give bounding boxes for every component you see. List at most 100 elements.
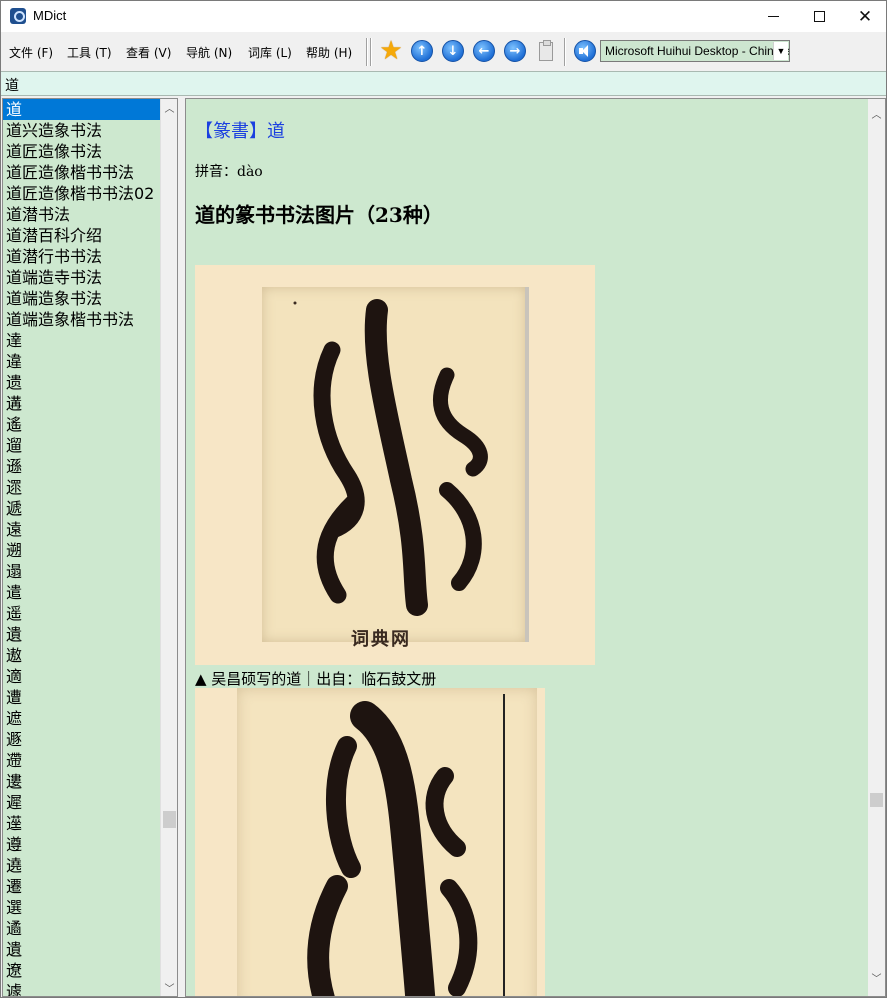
word-list-item[interactable]: 遶 (3, 855, 161, 876)
word-list-item[interactable]: 遨 (3, 645, 161, 666)
scroll-up-icon[interactable]: ︿ (161, 99, 177, 116)
word-list-item[interactable]: 遱 (3, 771, 161, 792)
word-list-item[interactable]: 遰 (3, 750, 161, 771)
word-list-items: 道道兴造象书法 道匠造像书法 道匠造像楷书书法 道匠造像楷书书法02 道潜书法 道潜百科介… (3, 99, 177, 996)
paste-icon (539, 39, 553, 61)
arrow-left-icon: ← (473, 40, 495, 62)
close-icon: ✕ (857, 6, 873, 27)
calligraphy-image-1: 词典网 (195, 265, 595, 665)
image-watermark: 词典网 (351, 629, 411, 650)
menu-file[interactable]: 文件 (F) (9, 44, 53, 61)
maximize-button[interactable] (796, 1, 842, 32)
word-list-item[interactable]: 道兴造象书法 (3, 120, 161, 141)
section-heading: 道的篆书书法图片（23种） (195, 203, 443, 227)
pinyin-text: 拼音：dào (195, 164, 263, 180)
word-list-item[interactable]: 遮 (3, 708, 161, 729)
definition-content: 【篆書】道 拼音：dào 道的篆书书法图片（23种） 词典网 ▲ 吴昌硕写的道｜… (195, 99, 867, 996)
word-list-item[interactable]: 遡 (3, 540, 161, 561)
word-list-item[interactable]: 遜 (3, 456, 161, 477)
toolbar-grip (370, 38, 372, 66)
word-list-item[interactable]: 道端造寺书法 (3, 267, 161, 288)
voice-select-value: Microsoft Huihui Desktop - Chinese (605, 44, 790, 58)
word-list-item[interactable]: 遵 (3, 834, 161, 855)
calligraphy-image-2 (195, 688, 545, 996)
word-list-item[interactable]: 遝 (3, 477, 161, 498)
scroll-down-icon[interactable]: ﹀ (868, 969, 885, 986)
previous-entry-button[interactable]: ↑ (410, 39, 434, 63)
word-list-item[interactable]: 遳 (3, 813, 161, 834)
favorite-star-icon: ★ (379, 36, 403, 66)
pane-splitter[interactable] (178, 98, 185, 997)
word-list-item[interactable]: 道匠造像书法 (3, 141, 161, 162)
word-list-item[interactable]: 遢 (3, 561, 161, 582)
search-input[interactable]: 道 (1, 71, 886, 96)
toolbar-separator (366, 38, 368, 66)
word-list-item[interactable]: 遲 (3, 792, 161, 813)
word-list-item[interactable]: 遹 (3, 918, 161, 939)
minimize-icon (767, 16, 779, 17)
forward-button[interactable]: → (503, 39, 527, 63)
paste-button[interactable] (534, 39, 558, 63)
word-list-item[interactable]: 道端造象书法 (3, 288, 161, 309)
word-list-item[interactable]: 遯 (3, 729, 161, 750)
definition-pane: 【篆書】道 拼音：dào 道的篆书书法图片（23种） 词典网 ▲ 吴昌硕写的道｜… (185, 98, 886, 997)
next-entry-button[interactable]: ↓ (441, 39, 465, 63)
word-list-item[interactable]: 道匠造像楷书书法 (3, 162, 161, 183)
scroll-down-icon[interactable]: ﹀ (161, 979, 177, 996)
menu-tools[interactable]: 工具 (T) (67, 44, 112, 61)
word-list-item[interactable]: 遠 (3, 519, 161, 540)
word-list-item[interactable]: 道潜书法 (3, 204, 161, 225)
word-list-item[interactable]: 遙 (3, 414, 161, 435)
back-button[interactable]: ← (472, 39, 496, 63)
word-list-item[interactable]: 遷 (3, 876, 161, 897)
scrollbar-thumb[interactable] (163, 811, 176, 828)
seal-script-glyph-1 (293, 299, 488, 616)
word-list-item[interactable]: 道端造象楷书书法 (3, 309, 161, 330)
definition-scrollbar[interactable]: ︿ ﹀ (868, 99, 885, 996)
word-list-item[interactable]: 遺 (3, 939, 161, 960)
word-list-item[interactable]: 遘 (3, 393, 161, 414)
word-list-item[interactable]: 遛 (3, 435, 161, 456)
menu-toolbar: 文件 (F) 工具 (T) 查看 (V) 导航 (N) 词库 (L) 帮助 (H… (1, 32, 886, 71)
scrollbar-thumb[interactable] (870, 793, 883, 807)
word-list-item[interactable]: 遺 (3, 624, 161, 645)
mdict-app-icon (10, 8, 26, 24)
arrow-down-icon: ↓ (442, 40, 464, 62)
word-list-item[interactable]: 遗 (3, 372, 161, 393)
word-list-item[interactable]: 遽 (3, 981, 161, 996)
word-list-item[interactable]: 選 (3, 897, 161, 918)
speak-button[interactable] (573, 39, 597, 63)
word-list-item[interactable]: 遼 (3, 960, 161, 981)
maximize-icon (813, 11, 825, 22)
word-list[interactable]: 道道兴造象书法 道匠造像书法 道匠造像楷书书法 道匠造像楷书书法02 道潜书法 道潜百科介… (2, 98, 178, 997)
word-list-scrollbar[interactable]: ︿ ﹀ (160, 99, 177, 996)
image-caption: ▲ 吴昌硕写的道｜出自：临石鼓文册 (195, 670, 437, 688)
word-list-item[interactable]: 道匠造像楷书书法02 (3, 183, 161, 204)
minimize-button[interactable] (750, 1, 796, 32)
word-list-item[interactable]: 適 (3, 666, 161, 687)
seal-script-glyph-2 (307, 701, 478, 996)
word-list-item[interactable]: 遥 (3, 603, 161, 624)
word-list-item[interactable]: 遭 (3, 687, 161, 708)
word-list-item[interactable]: 違 (3, 351, 161, 372)
mdict-window: MDict ✕ 文件 (F) 工具 (T) 查看 (V) 导航 (N) 词库 (… (0, 0, 887, 998)
word-list-item-selected[interactable]: 道 (3, 99, 161, 120)
close-button[interactable]: ✕ (842, 1, 886, 32)
word-list-item[interactable]: 達 (3, 330, 161, 351)
menu-navigate[interactable]: 导航 (N) (186, 44, 232, 61)
word-list-item[interactable]: 道潜行书书法 (3, 246, 161, 267)
chevron-down-icon[interactable]: ▼ (773, 42, 788, 60)
word-list-item[interactable]: 遞 (3, 498, 161, 519)
headword-link[interactable]: 【篆書】道 (195, 117, 285, 143)
favorite-star-button[interactable]: ★ (379, 36, 403, 66)
voice-select[interactable]: Microsoft Huihui Desktop - Chinese ▼ (600, 40, 790, 62)
title-bar[interactable]: MDict ✕ (1, 1, 886, 32)
scroll-up-icon[interactable]: ︿ (868, 105, 885, 122)
menu-help[interactable]: 帮助 (H) (306, 44, 352, 61)
menu-view[interactable]: 查看 (V) (126, 44, 171, 61)
menu-library[interactable]: 词库 (L) (248, 44, 292, 61)
word-list-item[interactable]: 道潜百科介绍 (3, 225, 161, 246)
speaker-icon (574, 40, 596, 62)
word-list-item[interactable]: 遣 (3, 582, 161, 603)
arrow-up-icon: ↑ (411, 40, 433, 62)
